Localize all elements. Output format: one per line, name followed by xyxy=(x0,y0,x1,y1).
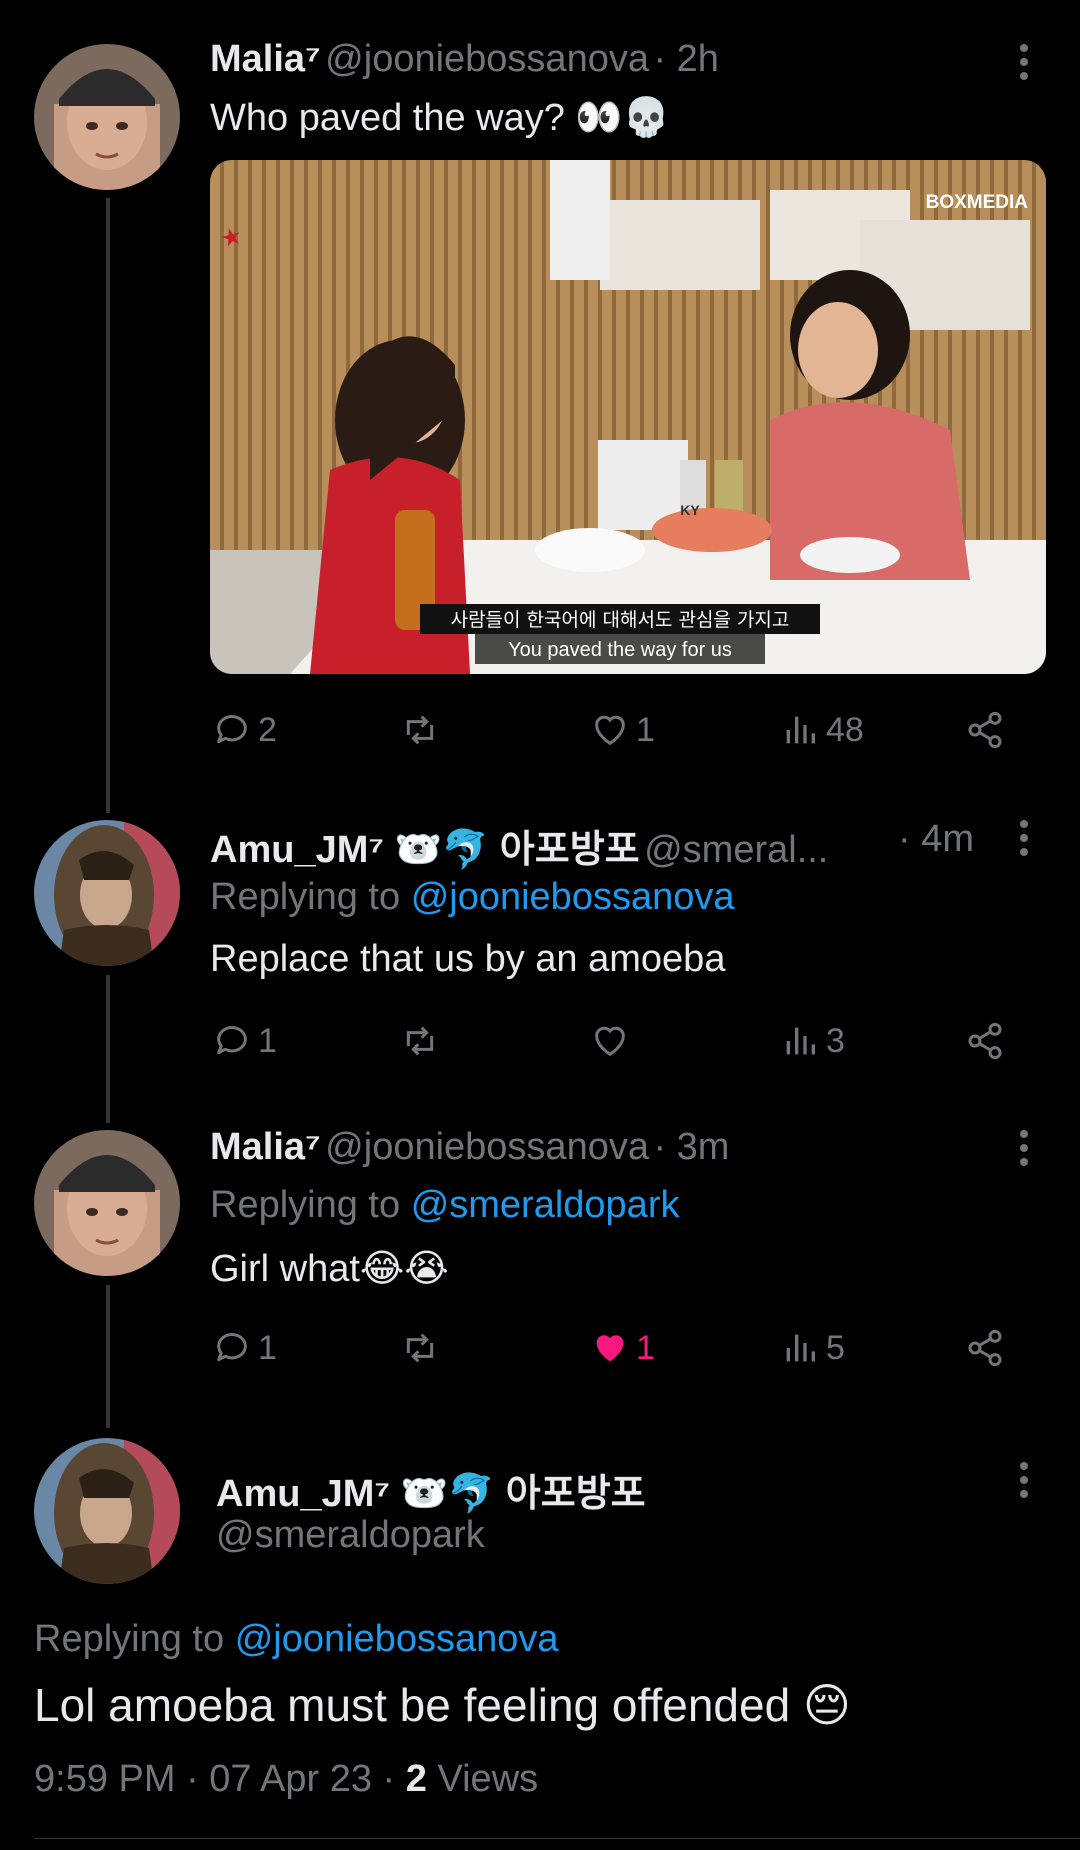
share-button[interactable] xyxy=(965,710,1005,750)
avatar[interactable] xyxy=(34,820,180,966)
replying-prefix: Replying to xyxy=(210,876,401,918)
more-options-icon[interactable] xyxy=(1019,1462,1029,1502)
retweet-button[interactable] xyxy=(400,1328,440,1368)
views-icon xyxy=(786,716,815,744)
author-handle[interactable]: @smeraldopark xyxy=(216,1514,485,1557)
bottle-label: KY xyxy=(680,502,700,518)
reply-icon xyxy=(217,1333,247,1362)
share-icon xyxy=(968,1022,1002,1060)
views-count: 5 xyxy=(826,1328,845,1367)
author-name[interactable]: Malia⁷ xyxy=(210,38,321,80)
more-options-icon[interactable] xyxy=(1019,1130,1029,1170)
retweet-button[interactable] xyxy=(400,710,440,750)
replying-prefix: Replying to xyxy=(34,1618,225,1660)
reply-button[interactable]: 1 xyxy=(212,1021,277,1061)
avatar[interactable] xyxy=(34,1438,180,1584)
views-count: 2 xyxy=(405,1758,427,1800)
thread-line xyxy=(106,198,110,813)
post-timestamp[interactable]: 9:59 PM · 07 Apr 23 · xyxy=(34,1758,395,1800)
views-label: Views xyxy=(437,1758,539,1800)
mention-link[interactable]: @jooniebossanova xyxy=(235,1618,559,1660)
views-button[interactable]: 3 xyxy=(780,1021,845,1061)
thread-line xyxy=(106,975,110,1123)
video-thumbnail: ★ BOXMEDIA KY 사람들이 한국어에 대해서도 관심을 가지고 You… xyxy=(210,160,1046,674)
reply-count: 1 xyxy=(258,1021,277,1060)
author-handle[interactable]: @jooniebossanova xyxy=(325,38,649,80)
reply-count: 2 xyxy=(258,710,277,749)
more-options-icon[interactable] xyxy=(1019,820,1029,860)
timestamp[interactable]: · 2h xyxy=(653,38,718,80)
author-name[interactable]: Amu_JM⁷ 🐻‍❄️🐬 아포방포 xyxy=(210,829,640,871)
thread-line xyxy=(106,1285,110,1428)
reply-button[interactable]: 1 xyxy=(212,1328,277,1368)
author-name[interactable]: Malia⁷ xyxy=(210,1126,321,1168)
reply-count: 1 xyxy=(258,1328,277,1367)
heart-icon xyxy=(595,1026,625,1057)
reply-button[interactable]: 2 xyxy=(212,710,277,750)
avatar[interactable] xyxy=(34,1130,180,1276)
mention-link[interactable]: @jooniebossanova xyxy=(411,876,735,918)
like-count: 1 xyxy=(636,1328,655,1367)
avatar[interactable] xyxy=(34,44,180,190)
views-icon xyxy=(786,1334,815,1362)
like-button[interactable] xyxy=(590,1021,630,1061)
retweet-icon xyxy=(406,1333,434,1363)
share-button[interactable] xyxy=(965,1328,1005,1368)
tweet-media[interactable]: ★ BOXMEDIA KY 사람들이 한국어에 대해서도 관심을 가지고 You… xyxy=(210,160,1046,674)
more-options-icon[interactable] xyxy=(1019,44,1029,84)
views-count: 3 xyxy=(826,1021,845,1060)
subtitle-korean: 사람들이 한국어에 대해서도 관심을 가지고 xyxy=(451,609,790,631)
like-button-active[interactable]: 1 xyxy=(590,1328,655,1368)
mention-link[interactable]: @smeraldopark xyxy=(411,1184,680,1226)
heart-icon xyxy=(595,715,625,746)
views-button[interactable]: 5 xyxy=(780,1328,845,1368)
share-icon xyxy=(968,1329,1002,1367)
reply-icon xyxy=(217,1026,247,1055)
like-button[interactable]: 1 xyxy=(590,710,655,750)
divider xyxy=(34,1838,1080,1839)
author-handle[interactable]: @smeral... xyxy=(644,829,828,871)
retweet-icon xyxy=(406,715,434,745)
replying-prefix: Replying to xyxy=(210,1184,401,1226)
tweet-text: Girl what😂😭 xyxy=(210,1248,449,1290)
retweet-icon xyxy=(406,1026,434,1056)
views-icon xyxy=(786,1027,815,1055)
timestamp[interactable]: · 3m xyxy=(653,1126,729,1168)
heart-filled-icon xyxy=(596,1335,624,1362)
retweet-button[interactable] xyxy=(400,1021,440,1061)
share-icon xyxy=(968,711,1002,749)
views-count: 48 xyxy=(826,710,864,749)
subtitle-english: You paved the way for us xyxy=(508,639,732,661)
author-handle[interactable]: @jooniebossanova xyxy=(325,1126,649,1168)
author-name[interactable]: Amu_JM⁷ 🐻‍❄️🐬 아포방포 xyxy=(216,1462,646,1517)
corner-logo: BOXMEDIA xyxy=(926,192,1029,213)
tweet-text: Lol amoeba must be feeling offended 😔 xyxy=(34,1679,851,1731)
share-button[interactable] xyxy=(965,1021,1005,1061)
timestamp[interactable]: · 4m xyxy=(898,818,974,861)
tweet-text: Who paved the way? 👀💀 xyxy=(210,97,671,139)
reply-icon xyxy=(217,715,247,744)
like-count: 1 xyxy=(636,710,655,749)
tweet-text: Replace that us by an amoeba xyxy=(210,938,726,980)
views-button[interactable]: 48 xyxy=(780,710,864,750)
